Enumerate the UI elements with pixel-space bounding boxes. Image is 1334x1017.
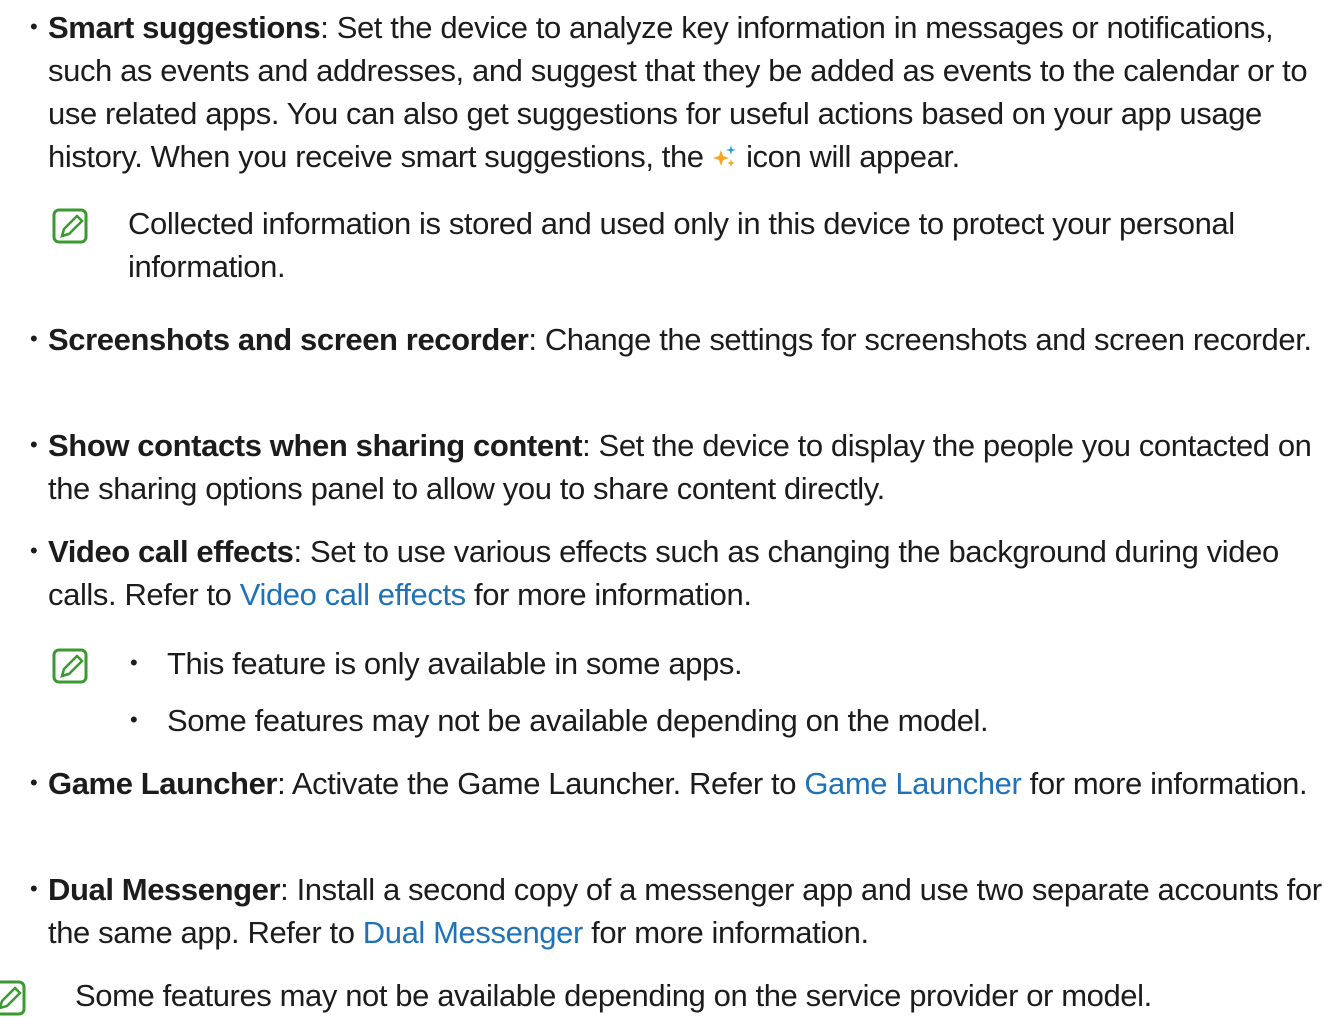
bullet: • <box>30 326 38 351</box>
video-call-effects-link[interactable]: Video call effects <box>240 577 466 612</box>
item-title: Screenshots and screen recorder <box>48 322 529 357</box>
footer-note: Some features may not be available depen… <box>75 978 1152 1013</box>
note-item: This feature is only available in some a… <box>167 646 743 681</box>
list-item-screenshots: Screenshots and screen recorder: Change … <box>48 318 1328 361</box>
list-item-game-launcher: Game Launcher: Activate the Game Launche… <box>48 762 1328 805</box>
note-icon <box>52 208 88 244</box>
item-title: Show contacts when sharing content <box>48 428 583 463</box>
item-title: Dual Messenger <box>48 872 281 907</box>
bullet: • <box>30 432 38 457</box>
sparkle-icon <box>712 138 738 181</box>
item-description-end: for more information. <box>582 915 869 950</box>
item-title: Video call effects <box>48 534 294 569</box>
note-icon <box>52 648 88 684</box>
bullet: • <box>30 14 38 39</box>
item-title: Smart suggestions <box>48 10 321 45</box>
bullet: • <box>30 876 38 901</box>
item-description: : Change the settings for screenshots an… <box>528 322 1312 357</box>
list-item-show-contacts: Show contacts when sharing content: Set … <box>48 424 1328 510</box>
note-text: Collected information is stored and used… <box>128 206 1235 284</box>
note-icon <box>0 980 26 1016</box>
sub-bullet: • <box>130 707 138 732</box>
list-item-video-call-effects: Video call effects: Set to use various e… <box>48 530 1328 616</box>
item-text: Smart suggestions: Set the device to ana… <box>48 6 1328 181</box>
bullet: • <box>30 538 38 563</box>
item-description-end: for more information. <box>465 577 752 612</box>
sub-bullet: • <box>130 650 138 675</box>
item-description-end: icon will appear. <box>737 139 960 174</box>
item-description: : Activate the Game Launcher. Refer to <box>277 766 805 801</box>
item-description-end: for more information. <box>1021 766 1308 801</box>
bullet: • <box>30 770 38 795</box>
dual-messenger-link[interactable]: Dual Messenger <box>363 915 584 950</box>
item-title: Game Launcher <box>48 766 278 801</box>
list-item-dual-messenger: Dual Messenger: Install a second copy of… <box>48 868 1328 954</box>
game-launcher-link[interactable]: Game Launcher <box>804 766 1022 801</box>
note-item: Some features may not be available depen… <box>167 703 989 738</box>
